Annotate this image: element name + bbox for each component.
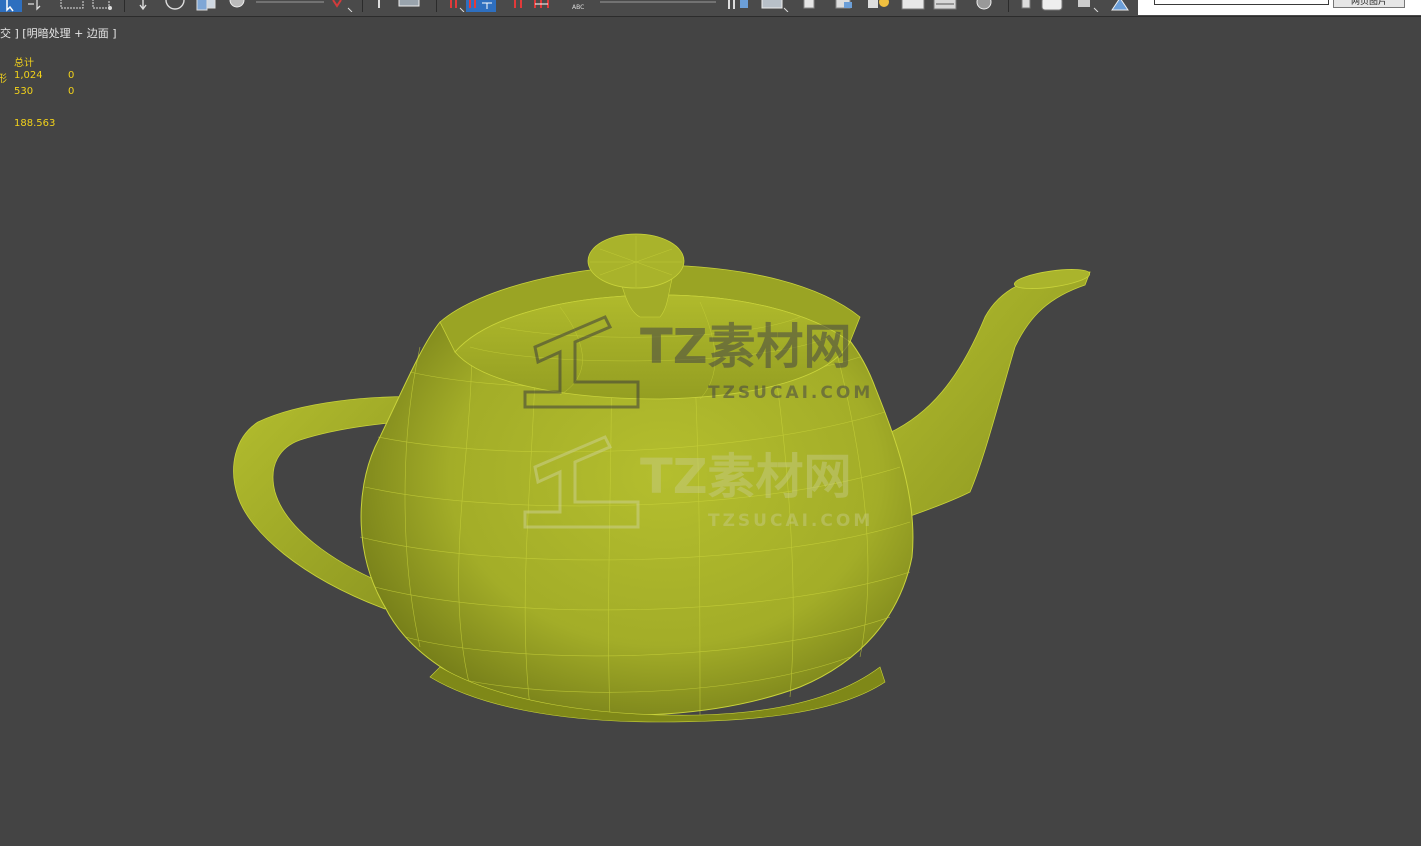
snap-icon[interactable] [372,0,390,12]
keyboard-shortcut-icon[interactable] [328,0,356,12]
svg-text:ABC: ABC [572,4,584,11]
teapot-render-icon[interactable] [1040,0,1066,12]
watermark-logo-icon [523,435,640,529]
rotate-icon[interactable] [164,0,186,12]
toolbar-separator [436,0,437,12]
teapot-spout [879,271,1091,523]
quick-render-icon[interactable] [970,0,1000,12]
rect-region-icon[interactable] [60,0,86,12]
scale-icon[interactable] [196,0,222,12]
named-selection-slider[interactable] [598,0,720,12]
toolbar-separator [362,0,363,12]
main-toolbar: ABC 网页图片 [0,0,1421,17]
print-size-icon[interactable] [1108,0,1132,12]
curve-editor-icon[interactable] [760,0,790,12]
reference-coord-dropdown[interactable] [254,0,326,12]
render-frame-icon[interactable] [900,0,926,12]
watermark-brand: TZ素材网 [640,319,852,375]
perspective-viewport[interactable]: 交 ] [明暗处理 + 边面 ] 总计 形 1,024 0 530 0 188.… [0,17,1421,846]
watermark-logo-icon [523,315,640,409]
named-selection-button[interactable]: 网页图片 [1333,0,1405,8]
toolbar-separator [124,0,125,12]
environment-icon[interactable] [1076,0,1104,12]
toolbar-separator [1008,0,1009,12]
select-by-name-icon[interactable] [26,0,44,12]
spinner-snap-icon[interactable] [466,0,496,12]
ribbon-icon[interactable] [726,0,756,12]
watermark-brand: TZ素材网 [640,449,852,505]
align-icon[interactable] [532,0,558,12]
teapot-mesh[interactable] [0,17,1421,846]
select-arrow-icon[interactable] [0,0,22,12]
schematic-icon[interactable] [800,0,822,12]
watermark-domain: TZSUCAI.COM [708,383,874,403]
render-icon[interactable] [932,0,958,12]
percent-snap-icon[interactable] [448,0,466,12]
watermark-domain: TZSUCAI.COM [708,511,874,531]
move-icon[interactable] [136,0,154,12]
render-setup-icon[interactable] [866,0,894,12]
window-crossing-icon[interactable] [92,0,114,12]
angle-snap-icon[interactable] [398,0,424,12]
mirror-icon[interactable] [510,0,530,12]
layer-icon[interactable]: ABC [570,0,590,12]
pivot-icon[interactable] [228,0,250,12]
named-selection-panel: 网页图片 [1138,0,1421,15]
active-shade-icon[interactable] [1018,0,1036,12]
material-editor-icon[interactable] [832,0,856,12]
named-selection-input[interactable] [1154,0,1329,5]
